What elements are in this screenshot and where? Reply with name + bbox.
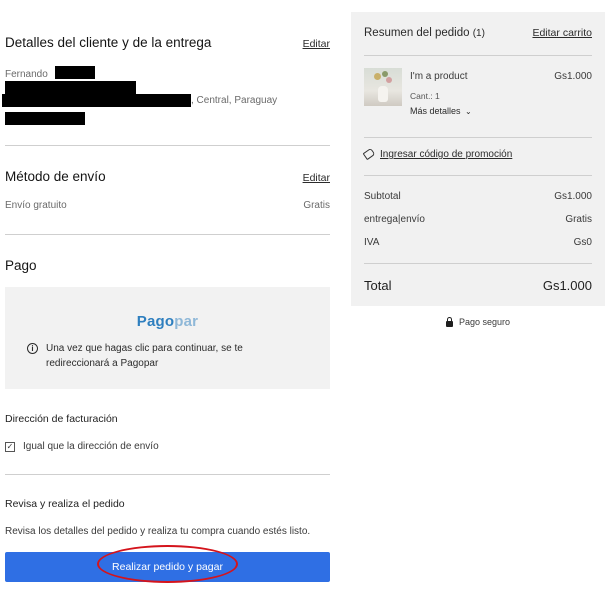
order-summary-panel: Resumen del pedido (1) Editar carrito I'… [351,12,605,306]
cart-item-row: I'm a product Gs1.000 [410,71,592,82]
promo-code-link[interactable]: Ingresar código de promoción [362,147,513,161]
same-as-shipping-label: Igual que la dirección de envío [23,441,159,452]
total-value: Gs1.000 [542,278,592,293]
divider [5,234,330,235]
cart-item: I'm a product Gs1.000 Cant.: 1 Más detal… [364,68,592,116]
summary-row-value: Gratis [565,214,592,225]
place-order-button[interactable]: Realizar pedido y pagar [5,552,330,582]
summary-row-tax: IVA Gs0 [364,237,592,248]
redacted-phone [5,112,85,126]
shipping-method-row: Envío gratuito Gratis [5,200,330,211]
place-order-wrapper: Realizar pedido y pagar [5,545,330,583]
customer-details-title: Detalles del cliente y de la entrega [5,35,212,50]
shipping-method-price: Gratis [303,200,330,211]
shipping-method-title: Método de envío [5,169,106,184]
summary-row-subtotal: Subtotal Gs1.000 [364,191,592,202]
cart-item-qty: Cant.: 1 [410,91,440,101]
order-summary-column: Resumen del pedido (1) Editar carrito I'… [351,12,605,327]
shipping-method-name: Envío gratuito [5,200,67,211]
summary-title-wrap: Resumen del pedido (1) [364,27,485,39]
summary-item-count: (1) [472,28,485,39]
divider [364,175,592,176]
divider [364,137,592,138]
product-thumbnail [364,68,402,106]
vase-shape [378,86,388,102]
customer-phone-line [5,110,85,128]
summary-header: Resumen del pedido (1) Editar carrito [364,27,592,39]
review-title: Revisa y realiza el pedido [5,498,125,510]
payment-info-text: Una vez que hagas clic para continuar, s… [46,341,243,371]
customer-details-header: Detalles del cliente y de la entrega Edi… [5,35,330,50]
payment-method-box[interactable]: Pagopar i Una vez que hagas clic para co… [5,287,330,389]
edit-shipping-link[interactable]: Editar [303,172,330,184]
tag-icon [362,147,376,161]
flower-shape [386,77,392,83]
info-icon: i [27,343,38,354]
flower-shape [382,71,388,77]
shipping-method-header: Método de envío Editar [5,169,330,184]
lock-icon [445,316,453,327]
summary-title: Resumen del pedido [364,27,470,39]
summary-row-label: entrega|envío [364,214,425,225]
edit-customer-link[interactable]: Editar [303,38,330,50]
payment-info-line2: redireccionará a Pagopar [46,358,159,369]
billing-address-title: Dirección de facturación [5,413,118,425]
redacted-last-name [55,66,96,80]
more-details-toggle[interactable]: Más detalles ⌄ [410,106,592,116]
summary-row-shipping: entrega|envío Gratis [364,214,592,225]
cart-item-price: Gs1.000 [554,71,592,82]
redacted-contact [5,81,136,95]
total-label: Total [364,278,392,293]
divider [5,474,330,475]
secure-payment-label: Pago seguro [458,317,511,327]
summary-row-value: Gs0 [573,237,592,248]
flower-shape [374,73,381,80]
summary-row-label: Subtotal [364,191,401,202]
customer-address-line: , Central, Paraguay [2,94,277,107]
customer-address-region: , Central, Paraguay [191,95,278,106]
payment-title: Pago [5,258,37,273]
divider [364,55,592,56]
pagopar-logo-part1: Pago [136,313,175,330]
summary-row-label: IVA [364,237,380,248]
summary-total: Total Gs1.000 [364,278,592,293]
divider [5,145,330,146]
pagopar-logo: Pagopar [5,313,330,330]
review-text: Revisa los detalles del pedido y realiza… [5,526,311,537]
payment-info-line1: Una vez que hagas clic para continuar, s… [46,343,243,354]
same-as-shipping-row[interactable]: ✓ Igual que la dirección de envío [5,441,159,452]
divider [364,263,592,264]
secure-payment: Pago seguro [351,316,605,327]
payment-info: i Una vez que hagas clic para continuar,… [27,341,243,371]
summary-row-value: Gs1.000 [554,191,592,202]
chevron-down-icon: ⌄ [465,107,472,116]
cart-item-details: I'm a product Gs1.000 Cant.: 1 Más detal… [410,68,592,116]
cart-item-name: I'm a product [410,71,468,82]
redacted-address [2,94,191,107]
same-as-shipping-checkbox[interactable]: ✓ [5,441,15,452]
edit-cart-link[interactable]: Editar carrito [532,27,592,39]
more-details-label: Más detalles [410,106,461,116]
promo-code-label: Ingresar código de promoción [380,149,513,160]
pagopar-logo-part2: par [174,313,199,330]
